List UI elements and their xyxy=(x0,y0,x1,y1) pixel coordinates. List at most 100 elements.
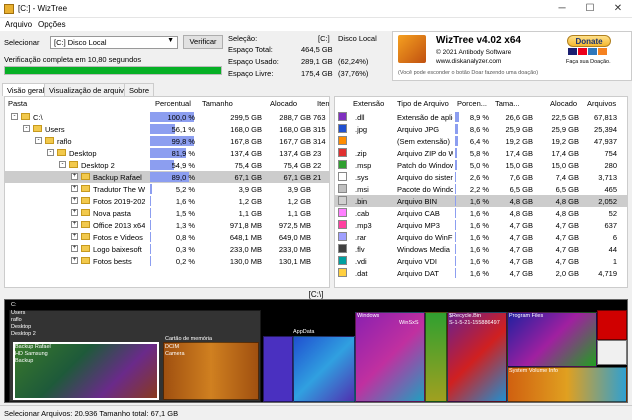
col-header-folder[interactable]: Pasta xyxy=(8,99,27,108)
chevron-down-icon: ▼ xyxy=(167,37,174,44)
collapse-icon[interactable]: - xyxy=(11,113,18,120)
percent-bar xyxy=(455,244,456,254)
col-header-extension[interactable]: Extensão xyxy=(353,99,384,108)
extension-row[interactable]: .sys Arquivo do sister 2,6 % 7,6 GB 7,4 … xyxy=(335,171,627,183)
tab-overview[interactable]: Visão geral xyxy=(2,83,50,96)
col-header-allocated[interactable]: Alocado xyxy=(550,99,577,108)
treemap-appdata-b[interactable] xyxy=(293,336,355,402)
donate-button[interactable]: Donate xyxy=(567,35,611,47)
extension-row[interactable]: .bin Arquivo BIN 1,6 % 4,8 GB 4,8 GB 2,0… xyxy=(335,195,627,207)
mastercard-icon xyxy=(578,48,587,55)
expand-icon[interactable]: + xyxy=(71,245,78,252)
extension-row[interactable]: .mp3 Arquivo MP3 1,6 % 4,7 GB 4,7 GB 637 xyxy=(335,219,627,231)
extension-allocated: 2,0 GB xyxy=(555,269,579,278)
treemap-appdata-a[interactable] xyxy=(263,336,293,402)
percent-bar xyxy=(455,256,456,266)
extension-row[interactable]: .zip Arquivo ZIP do W 5,8 % 17,4 GB 17,4… xyxy=(335,147,627,159)
expand-icon[interactable]: + xyxy=(71,185,78,192)
verify-button[interactable]: Verificar xyxy=(183,35,223,49)
folder-row[interactable]: + Office 2013 x64 1,3 % 971,8 MB 972,5 M… xyxy=(5,219,329,231)
folder-name: Users xyxy=(45,125,65,134)
col-header-file-type[interactable]: Tipo de Arquivo xyxy=(397,99,449,108)
extension-row[interactable]: .msi Pacote do Windo 2,2 % 6,5 GB 6,5 GB… xyxy=(335,183,627,195)
extension-row[interactable]: .dll Extensão de aplic 8,9 % 26,6 GB 22,… xyxy=(335,111,627,123)
folder-row[interactable]: - raflo 99,8 % 167,8 GB 167,7 GB 314 xyxy=(5,135,329,147)
file-type-color-icon xyxy=(338,112,347,121)
folder-name: Logo baixesoft xyxy=(93,245,142,254)
folder-items: 763 xyxy=(313,113,326,122)
selection-label: Seleção: xyxy=(228,34,258,43)
col-header-files[interactable]: Arquivos xyxy=(587,99,616,108)
tm-label-dcim: DCIM xyxy=(165,344,180,350)
folder-size: 299,5 GB xyxy=(230,113,262,122)
drive-select[interactable]: [C:] Disco Local ▼ xyxy=(50,36,178,49)
total-space-label: Espaço Total: xyxy=(228,45,273,54)
percent-bar xyxy=(455,208,456,218)
expand-icon[interactable]: + xyxy=(71,221,78,228)
percent-bar xyxy=(455,220,456,230)
expand-icon[interactable]: + xyxy=(71,233,78,240)
extension-row[interactable]: .jpg Arquivo JPG 8,6 % 25,9 GB 25,9 GB 2… xyxy=(335,123,627,135)
extension-row[interactable]: .rar Arquivo do WinF 1,6 % 4,7 GB 4,7 GB… xyxy=(335,231,627,243)
tab-about[interactable]: Sobre xyxy=(124,83,155,96)
extension-row[interactable]: .cab Arquivo CAB 1,6 % 4,8 GB 4,8 GB 52 xyxy=(335,207,627,219)
extension-size: 6,5 GB xyxy=(509,185,533,194)
folder-row[interactable]: + Fotos bests 0,2 % 130,0 MB 130,1 MB xyxy=(5,255,329,267)
file-type: Arquivo CAB xyxy=(397,209,440,218)
folder-row[interactable]: + Logo baixesoft 0,3 % 233,0 MB 233,0 MB xyxy=(5,243,329,255)
folder-row[interactable]: + Tradutor The Wi 5,2 % 3,9 GB 3,9 GB xyxy=(5,183,329,195)
tm-label-cartao: Cartão de memória xyxy=(165,336,213,342)
expand-icon[interactable]: + xyxy=(71,257,78,264)
tab-file-view[interactable]: Visualização de arquivo xyxy=(44,83,134,96)
expand-icon[interactable]: + xyxy=(71,173,78,180)
col-header-percent[interactable]: Percentual xyxy=(155,99,191,108)
expand-icon[interactable]: + xyxy=(71,197,78,204)
extension-row[interactable]: (Sem extensão) 6,4 % 19,2 GB 19,2 GB 47,… xyxy=(335,135,627,147)
col-header-size[interactable]: Tama... xyxy=(495,99,520,108)
extension-row[interactable]: .dat Arquivo DAT 1,6 % 4,7 GB 2,0 GB 4,7… xyxy=(335,267,627,279)
website-link[interactable]: www.diskanalyzer.com xyxy=(436,58,501,65)
folder-row[interactable]: - C:\ 100,0 % 299,5 GB 288,7 GB 763 xyxy=(5,111,329,123)
treemap-winsxs[interactable] xyxy=(425,312,447,402)
col-header-percent[interactable]: Porcen... xyxy=(457,99,487,108)
maximize-button[interactable]: ☐ xyxy=(576,0,604,18)
folder-row[interactable]: + Fotos 2019-202( 1,6 % 1,2 GB 1,2 GB xyxy=(5,195,329,207)
folder-row[interactable]: + Backup Rafael 89,0 % 67,1 GB 67,1 GB 2… xyxy=(5,171,329,183)
folder-size: 167,8 GB xyxy=(230,137,262,146)
extension-percent: 6,4 % xyxy=(469,137,489,146)
folder-percent: 100,0 % xyxy=(167,113,195,122)
treemap-program-files[interactable] xyxy=(507,312,597,367)
folder-row[interactable]: - Desktop 2 54,9 % 75,4 GB 75,4 GB 22 xyxy=(5,159,329,171)
folder-percent: 81,9 % xyxy=(171,149,195,158)
minimize-button[interactable]: ─ xyxy=(548,0,576,18)
folder-name: Desktop 2 xyxy=(81,161,115,170)
extension-files: 637 xyxy=(604,221,617,230)
extension-row[interactable]: .msp Patch do Window 5,0 % 15,0 GB 15,0 … xyxy=(335,159,627,171)
extension-allocated: 22,5 GB xyxy=(551,113,579,122)
extension-percent: 1,6 % xyxy=(469,233,489,242)
treemap-block-white[interactable] xyxy=(597,340,627,365)
collapse-icon[interactable]: - xyxy=(23,125,30,132)
collapse-icon[interactable]: - xyxy=(59,161,66,168)
extension-files: 3,713 xyxy=(598,173,617,182)
menu-opcoes[interactable]: Opções xyxy=(38,20,66,29)
folder-row[interactable]: + Fotos e Videos J 0,8 % 648,1 MB 649,0 … xyxy=(5,231,329,243)
col-header-items[interactable]: Iten xyxy=(317,99,329,108)
tm-label-program-files: Program Files xyxy=(509,313,544,319)
folder-row[interactable]: + Nova pasta 1,5 % 1,1 GB 1,1 GB xyxy=(5,207,329,219)
collapse-icon[interactable]: - xyxy=(47,149,54,156)
file-type-color-icon xyxy=(338,196,347,205)
expand-icon[interactable]: + xyxy=(71,209,78,216)
extension-row[interactable]: .vdi Arquivo VDI 1,6 % 4,7 GB 4,7 GB 1 xyxy=(335,255,627,267)
collapse-icon[interactable]: - xyxy=(35,137,42,144)
disk-treemap[interactable]: C: Users raflo Desktop Desktop 2 Backup … xyxy=(4,299,628,403)
folder-row[interactable]: - Users 56,1 % 168,0 GB 168,0 GB 315 xyxy=(5,123,329,135)
folder-row[interactable]: - Desktop 81,9 % 137,4 GB 137,4 GB 23 xyxy=(5,147,329,159)
menu-arquivo[interactable]: Arquivo xyxy=(5,20,32,29)
close-button[interactable]: ✕ xyxy=(604,0,632,18)
extension-percent: 2,6 % xyxy=(469,173,489,182)
col-header-size[interactable]: Tamanho xyxy=(202,99,233,108)
extension-row[interactable]: .flv Windows Media 1,6 % 4,7 GB 4,7 GB 4… xyxy=(335,243,627,255)
treemap-block-red[interactable] xyxy=(597,310,627,340)
col-header-allocated[interactable]: Alocado xyxy=(270,99,297,108)
